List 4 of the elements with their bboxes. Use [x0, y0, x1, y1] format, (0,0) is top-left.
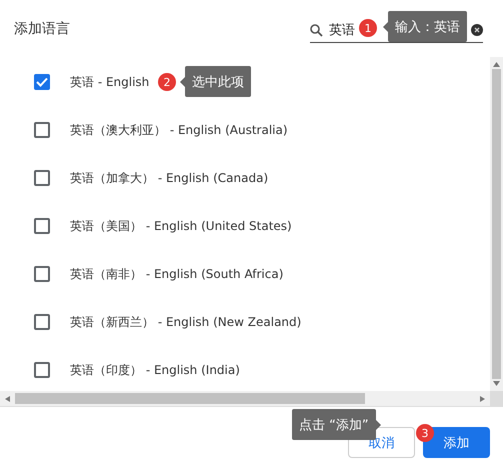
dialog-title: 添加语言 — [14, 20, 70, 38]
step-badge: 2 — [158, 73, 176, 91]
step-badge: 3 — [416, 424, 434, 442]
step-badge: 1 — [359, 19, 377, 37]
